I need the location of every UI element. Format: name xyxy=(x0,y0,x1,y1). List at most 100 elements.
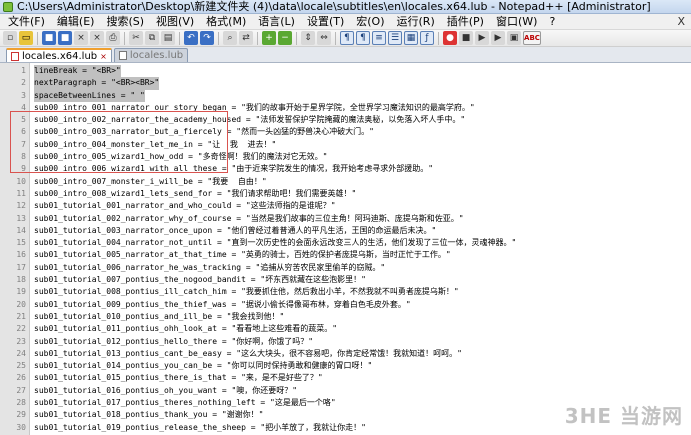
file-icon xyxy=(118,51,127,60)
save-icon[interactable]: ■ xyxy=(42,31,56,45)
sync-h-icon[interactable]: ⇔ xyxy=(317,31,331,45)
line-number: 10 xyxy=(16,176,26,186)
line-text: sub01_tutorial_004_narrator_not_until = … xyxy=(34,238,517,248)
editor-line[interactable]: 21 sub01_tutorial_010_pontius_and_ill_be … xyxy=(0,311,691,323)
record-icon[interactable]: ● xyxy=(443,31,457,45)
sync-v-icon[interactable]: ⇕ xyxy=(301,31,315,45)
menu-item-2[interactable]: 搜索(S) xyxy=(100,15,150,29)
editor-line[interactable]: 14 sub01_tutorial_003_narrator_once_upon … xyxy=(0,225,691,237)
editor-line[interactable]: 22 sub01_tutorial_011_pontius_ohh_look_at… xyxy=(0,323,691,335)
play-multi-icon[interactable]: ▶ xyxy=(491,31,505,45)
menu-item-1[interactable]: 编辑(E) xyxy=(51,15,101,29)
show-all-icon[interactable]: ¶ xyxy=(356,31,370,45)
indent-guide-icon[interactable]: ≡ xyxy=(372,31,386,45)
udl-icon[interactable]: ☰ xyxy=(388,31,402,45)
menu-item-9[interactable]: 插件(P) xyxy=(441,15,490,29)
line-number: 17 xyxy=(16,262,26,272)
line-text: sub01_tutorial_015_pontius_there_is_that… xyxy=(34,373,323,383)
menu-item-4[interactable]: 格式(M) xyxy=(200,15,252,29)
line-text: spaceBetweenLines = " " xyxy=(34,89,145,102)
redo-icon[interactable]: ↷ xyxy=(200,31,214,45)
editor-line[interactable]: 17 sub01_tutorial_006_narrator_he_was_tra… xyxy=(0,262,691,274)
menu-item-8[interactable]: 运行(R) xyxy=(391,15,441,29)
editor-line[interactable]: 16 sub01_tutorial_005_narrator_at_that_ti… xyxy=(0,249,691,261)
menu-item-10[interactable]: 窗口(W) xyxy=(490,15,543,29)
doc-map-icon[interactable]: ▦ xyxy=(404,31,418,45)
editor-line[interactable]: 13 sub01_tutorial_002_narrator_why_of_cou… xyxy=(0,213,691,225)
toolbar-separator xyxy=(257,31,258,45)
line-number: 21 xyxy=(16,311,26,321)
line-number: 1 xyxy=(21,66,26,75)
menu-item-7[interactable]: 宏(O) xyxy=(350,15,390,29)
editor-line[interactable]: 2 nextParagraph = "<BR><BR>" xyxy=(0,77,691,90)
line-number: 19 xyxy=(16,287,26,297)
menu-item-5[interactable]: 语言(L) xyxy=(252,15,301,29)
line-number: 3 xyxy=(21,90,26,100)
tab-1[interactable]: locales.lub xyxy=(113,48,189,62)
new-icon[interactable]: ▫ xyxy=(3,31,17,45)
editor-line[interactable]: 18 sub01_tutorial_007_pontius_the_nogood_… xyxy=(0,274,691,286)
stop-icon[interactable]: ■ xyxy=(459,31,473,45)
notepad-plus-plus-icon xyxy=(3,1,13,12)
line-text: sub01_tutorial_006_narrator_he_was_track… xyxy=(34,262,386,272)
line-text: sub01_tutorial_013_pontius_cant_be_easy … xyxy=(34,348,462,358)
editor-line[interactable]: 3 spaceBetweenLines = " " xyxy=(0,89,691,102)
tab-close-icon[interactable]: × xyxy=(100,52,107,61)
menu-item-0[interactable]: 文件(F) xyxy=(2,15,51,29)
undo-icon[interactable]: ↶ xyxy=(184,31,198,45)
editor-line[interactable]: 24 sub01_tutorial_013_pontius_cant_be_eas… xyxy=(0,348,691,360)
line-text: sub01_tutorial_005_narrator_at_that_time… xyxy=(34,250,451,260)
editor-line[interactable]: 19 sub01_tutorial_008_pontius_ill_catch_h… xyxy=(0,286,691,298)
play-icon[interactable]: ▶ xyxy=(475,31,489,45)
save-macro-icon[interactable]: ▣ xyxy=(507,31,521,45)
save-all-icon[interactable]: ■ xyxy=(58,31,72,45)
tab-label: locales.lub xyxy=(129,50,184,61)
editor-line[interactable]: 11 sub00_intro_008_wizard1_lets_send_for … xyxy=(0,188,691,200)
line-text: sub01_tutorial_018_pontius_thank_you = "… xyxy=(34,410,264,420)
line-number: 18 xyxy=(16,275,26,285)
menu-bar: 文件(F) 编辑(E) 搜索(S) 视图(V) 格式(M) 语言(L) 设置(T) 宏(O) 运… xyxy=(0,14,691,30)
close-icon[interactable]: × xyxy=(74,31,88,45)
toolbar-separator xyxy=(179,31,180,45)
file-icon xyxy=(11,51,19,61)
tab-0[interactable]: locales.x64.lub × xyxy=(6,48,112,62)
zoom-in-icon[interactable]: + xyxy=(262,31,276,45)
line-text: sub01_tutorial_019_pontius_release_the_s… xyxy=(34,422,367,432)
editor-line[interactable]: 15 sub01_tutorial_004_narrator_not_until … xyxy=(0,237,691,249)
close-document-button[interactable]: X xyxy=(677,15,685,28)
line-text: sub01_tutorial_003_narrator_once_upon = … xyxy=(34,225,437,235)
line-text: sub01_tutorial_009_pontius_the_thief_was… xyxy=(34,299,411,309)
paste-icon[interactable]: ▤ xyxy=(161,31,175,45)
line-text: sub01_tutorial_017_pontius_theres_nothin… xyxy=(34,398,336,408)
cut-icon[interactable]: ✂ xyxy=(129,31,143,45)
spell-check-icon[interactable]: ABC xyxy=(523,31,541,45)
close-all-icon[interactable]: × xyxy=(90,31,104,45)
editor[interactable]: 1 lineBreak = "<BR>" 2 nextParagraph = "<BR… xyxy=(0,63,691,435)
editor-line[interactable]: 12 sub01_tutorial_001_narrator_and_who_co… xyxy=(0,200,691,212)
editor-line[interactable]: 26 sub01_tutorial_015_pontius_there_is_th… xyxy=(0,372,691,384)
menu-item-3[interactable]: 视图(V) xyxy=(150,15,200,29)
editor-line[interactable]: 23 sub01_tutorial_012_pontius_hello_there… xyxy=(0,336,691,348)
word-wrap-icon[interactable]: ¶ xyxy=(340,31,354,45)
editor-line[interactable]: 10 sub00_intro_007_monster_i_will_be = "我… xyxy=(0,176,691,188)
copy-icon[interactable]: ⧉ xyxy=(145,31,159,45)
menu-item-11[interactable]: ? xyxy=(543,15,561,29)
editor-line[interactable]: 27 sub01_tutorial_016_pontius_oh_you_want… xyxy=(0,385,691,397)
line-text: sub01_tutorial_002_narrator_why_of_cours… xyxy=(34,213,464,223)
zoom-out-icon[interactable]: − xyxy=(278,31,292,45)
replace-icon[interactable]: ⇄ xyxy=(239,31,253,45)
menu-item-6[interactable]: 设置(T) xyxy=(301,15,350,29)
open-icon[interactable]: ▭ xyxy=(19,31,33,45)
line-text: sub00_intro_007_monster_i_will_be = "我要 … xyxy=(34,176,267,186)
line-number: 24 xyxy=(16,348,26,358)
func-list-icon[interactable]: ƒ xyxy=(420,31,434,45)
find-icon[interactable]: ⌕ xyxy=(223,31,237,45)
editor-line[interactable]: 1 lineBreak = "<BR>" xyxy=(0,65,691,78)
tab-bar: locales.x64.lub × locales.lub xyxy=(0,47,691,63)
print-icon[interactable]: ⎙ xyxy=(106,31,120,45)
editor-line[interactable]: 20 sub01_tutorial_009_pontius_the_thief_w… xyxy=(0,299,691,311)
editor-line[interactable]: 25 sub01_tutorial_014_pontius_you_can_be … xyxy=(0,360,691,372)
line-text: sub01_tutorial_014_pontius_you_can_be = … xyxy=(34,361,373,371)
line-number: 25 xyxy=(16,361,26,371)
line-text: sub01_tutorial_011_pontius_ohh_look_at =… xyxy=(34,324,338,334)
